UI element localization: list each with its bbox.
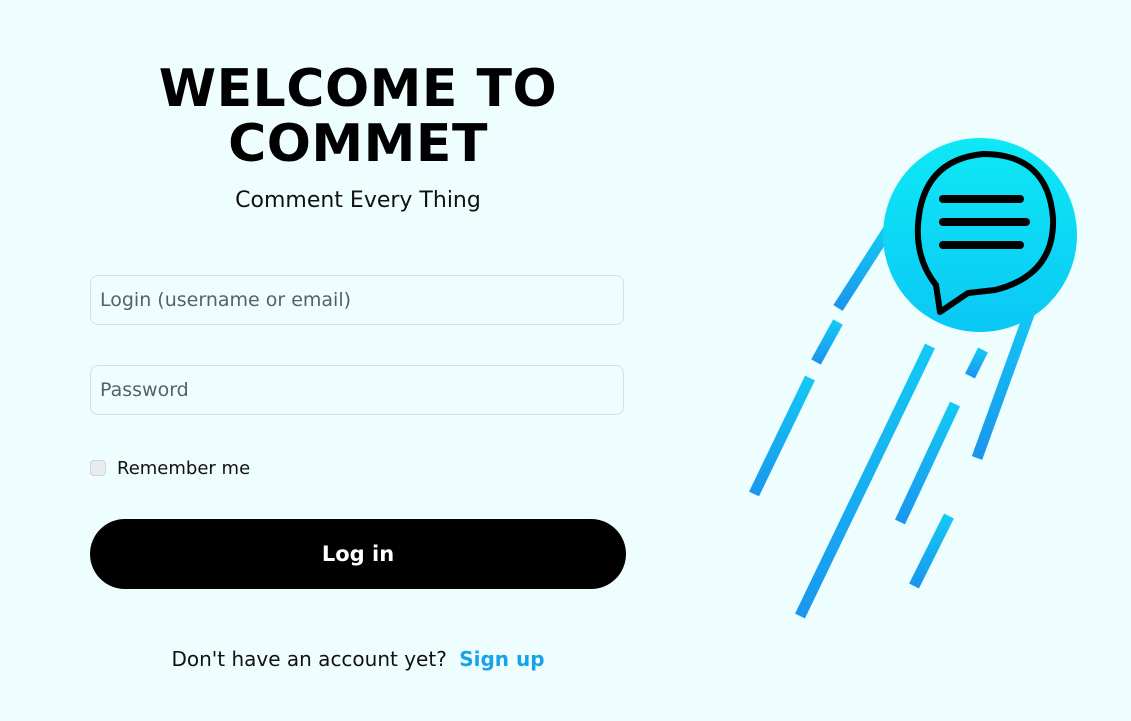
title-line-2: COMMET	[228, 114, 488, 174]
login-input[interactable]	[90, 275, 624, 325]
trail-streak	[749, 375, 815, 497]
remember-me-label: Remember me	[117, 457, 251, 479]
remember-me-checkbox[interactable]	[90, 460, 106, 476]
trail-streak	[833, 227, 893, 311]
title-line-1: WELCOME TO	[158, 59, 558, 119]
signup-prompt-text: Don't have an account yet?	[171, 647, 447, 671]
page-subtitle: Comment Every Thing	[235, 188, 481, 213]
signup-prompt-row: Don't have an account yet? Sign up	[90, 647, 626, 671]
comet-head-circle	[883, 138, 1077, 332]
trail-streak	[965, 347, 988, 379]
page-title: WELCOME TO COMMET	[90, 62, 626, 172]
trail-streak	[811, 319, 843, 365]
signup-link[interactable]: Sign up	[459, 647, 544, 671]
login-button[interactable]: Log in	[90, 519, 626, 589]
trail-streak	[909, 513, 954, 589]
remember-me-row[interactable]: Remember me	[90, 456, 250, 480]
trail-streak	[895, 401, 960, 525]
password-input[interactable]	[90, 365, 624, 415]
trail-streak	[795, 343, 935, 619]
login-page: WELCOME TO COMMET Comment Every Thing Re…	[0, 0, 1131, 721]
speech-bubble-comet-icon	[749, 138, 1077, 619]
